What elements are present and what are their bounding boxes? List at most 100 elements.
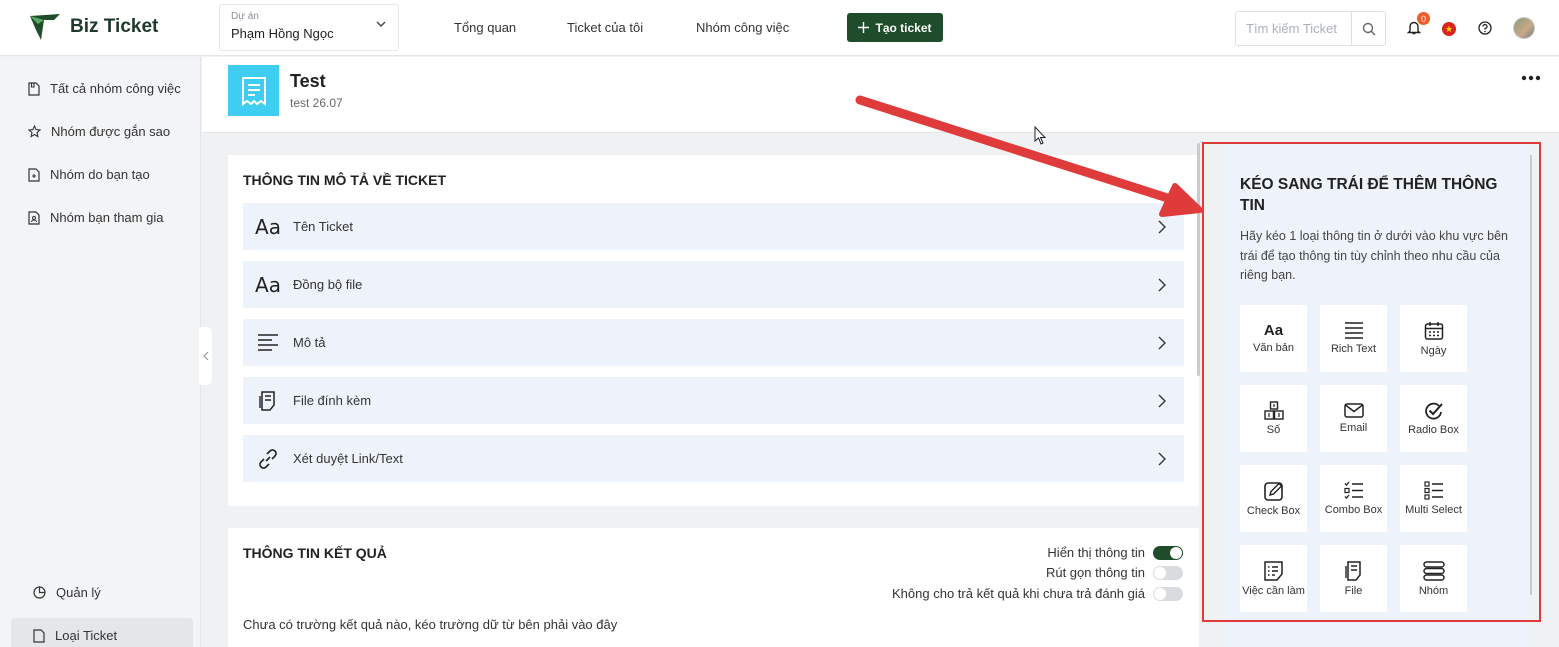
checklist-icon (1343, 481, 1364, 500)
toggle-switch[interactable] (1153, 545, 1183, 560)
text-aa-icon: Aa (255, 214, 281, 239)
sidebar-item-manage[interactable]: Quản lý (33, 585, 101, 600)
mouse-cursor-icon (1034, 126, 1047, 145)
number-blocks-icon (1263, 401, 1284, 420)
tile-label: Multi Select (1405, 504, 1462, 516)
sidebar-item-label: Loại Ticket (55, 628, 118, 643)
file-icon (28, 81, 40, 96)
project-label: Dự án (231, 11, 259, 22)
todo-icon (1263, 560, 1284, 581)
tile-group[interactable]: Nhóm (1400, 545, 1467, 612)
tile-date[interactable]: Ngày (1400, 305, 1467, 372)
tile-label: Nhóm (1418, 584, 1449, 597)
field-row-file-sync[interactable]: Aa Đồng bộ file (243, 261, 1184, 308)
text-aa-icon: Aa (1263, 322, 1284, 339)
toggle-show-info[interactable]: Hiển thị thông tin (1047, 545, 1183, 560)
toggle-label: Không cho trả kết quả khi chưa trả đánh … (892, 586, 1145, 601)
tile-email[interactable]: Email (1320, 385, 1387, 452)
vietnam-flag-icon[interactable] (1442, 22, 1456, 36)
field-label: Mô tả (293, 335, 326, 350)
file-doc-icon (1344, 560, 1363, 581)
mail-icon (1343, 403, 1364, 418)
sidebar-item-label: Quản lý (56, 585, 101, 600)
tile-file[interactable]: File (1320, 545, 1387, 612)
search-input[interactable] (1236, 12, 1351, 45)
page-title: Test (290, 71, 326, 91)
toggle-switch[interactable] (1153, 586, 1183, 601)
field-row-link-review[interactable]: Xét duyệt Link/Text (243, 435, 1184, 482)
tile-label: Radio Box (1408, 423, 1459, 436)
logo-text: Biz Ticket (70, 16, 159, 37)
file-icon (33, 628, 45, 643)
link-icon (243, 448, 293, 470)
toggle-switch[interactable] (1153, 565, 1183, 580)
sidebar-collapse-button[interactable] (199, 327, 212, 385)
sidebar-item-ticket-types[interactable]: Loại Ticket (33, 628, 117, 643)
tile-label: Văn bản (1253, 342, 1294, 354)
chevron-right-icon (1158, 394, 1166, 408)
search-icon (1362, 22, 1376, 36)
tile-label: Check Box (1246, 504, 1301, 517)
field-label: Đồng bộ file (293, 277, 363, 292)
sidebar-item-all-groups[interactable]: Tất cả nhóm công việc (28, 81, 181, 96)
field-type-panel: KÉO SANG TRÁI ĐỂ THÊM THÔNG TIN Hãy kéo … (1222, 143, 1532, 647)
toggle-collapse-info[interactable]: Rút gọn thông tin (1046, 565, 1183, 580)
tile-todo[interactable]: Việc cần làm (1240, 545, 1307, 612)
field-label: Xét duyệt Link/Text (293, 451, 403, 466)
tile-radio-box[interactable]: Radio Box (1400, 385, 1467, 452)
sidebar-item-label: Nhóm được gắn sao (51, 124, 171, 139)
chevron-right-icon (1158, 278, 1166, 292)
tile-number[interactable]: Số (1240, 385, 1307, 452)
field-label: Tên Ticket (293, 219, 353, 234)
project-value: Phạm Hồng Ngọc (231, 26, 334, 41)
sidebar-item-label: Tất cả nhóm công việc (50, 81, 181, 96)
annotation-arrow-icon (855, 95, 1203, 217)
project-selector[interactable]: Dự án Phạm Hồng Ngọc (219, 4, 399, 51)
create-ticket-button[interactable]: Tạo ticket (847, 13, 943, 42)
tile-label: File (1344, 584, 1363, 597)
page-subtitle: test 26.07 (290, 96, 343, 110)
left-sidebar: Tất cả nhóm công việc Nhóm được gắn sao … (0, 57, 201, 647)
sidebar-item-created-by-you[interactable]: Nhóm do bạn tạo (28, 167, 150, 182)
toggle-label: Hiển thị thông tin (1047, 545, 1145, 560)
help-icon[interactable] (1478, 21, 1492, 35)
chart-pie-icon (33, 586, 46, 599)
result-section: THÔNG TIN KẾT QUẢ Hiển thị thông tin Rút… (228, 528, 1199, 647)
file-user-icon (28, 210, 40, 225)
search-button[interactable] (1351, 12, 1385, 45)
tile-multi-select[interactable]: Multi Select (1400, 465, 1467, 532)
description-section-title: THÔNG TIN MÔ TẢ VỀ TICKET (243, 172, 446, 188)
panel-scrollbar[interactable] (1530, 155, 1532, 595)
sidebar-item-label: Nhóm do bạn tạo (50, 167, 150, 182)
tile-check-box[interactable]: Check Box (1240, 465, 1307, 532)
chevron-right-icon (1158, 220, 1166, 234)
chevron-left-icon (202, 351, 209, 361)
field-row-description[interactable]: Mô tả (243, 319, 1184, 366)
field-row-attachment[interactable]: File đính kèm (243, 377, 1184, 424)
more-options-icon[interactable] (1521, 75, 1541, 81)
align-justify-icon (1344, 322, 1364, 339)
plus-icon (858, 22, 870, 33)
tile-combo-box[interactable]: Combo Box (1320, 465, 1387, 532)
result-section-title: THÔNG TIN KẾT QUẢ (243, 545, 387, 561)
tile-rich-text[interactable]: Rich Text (1320, 305, 1387, 372)
user-avatar[interactable] (1513, 17, 1535, 39)
ticket-type-icon (228, 65, 279, 116)
panel-description: Hãy kéo 1 loại thông tin ở dưới vào khu … (1240, 229, 1508, 282)
align-left-icon (243, 333, 293, 352)
nav-work-groups[interactable]: Nhóm công việc (696, 20, 789, 35)
sidebar-item-joined[interactable]: Nhóm bạn tham gia (28, 210, 163, 225)
brand-logo[interactable]: Biz Ticket (28, 12, 158, 42)
nav-overview[interactable]: Tổng quan (454, 20, 516, 35)
sidebar-item-starred[interactable]: Nhóm được gắn sao (28, 124, 170, 139)
stack-icon (1422, 560, 1445, 581)
logo-icon (28, 12, 62, 42)
tile-label: Việc cần làm (1242, 584, 1305, 597)
tile-text[interactable]: Aa Văn bản (1240, 305, 1307, 372)
toggle-require-review[interactable]: Không cho trả kết quả khi chưa trả đánh … (892, 586, 1183, 601)
notification-badge: 0 (1417, 12, 1430, 25)
field-label: File đính kèm (293, 393, 372, 408)
nav-my-tickets[interactable]: Ticket của tôi (567, 20, 643, 35)
tile-label: Email (1339, 422, 1368, 434)
chevron-right-icon (1158, 452, 1166, 466)
